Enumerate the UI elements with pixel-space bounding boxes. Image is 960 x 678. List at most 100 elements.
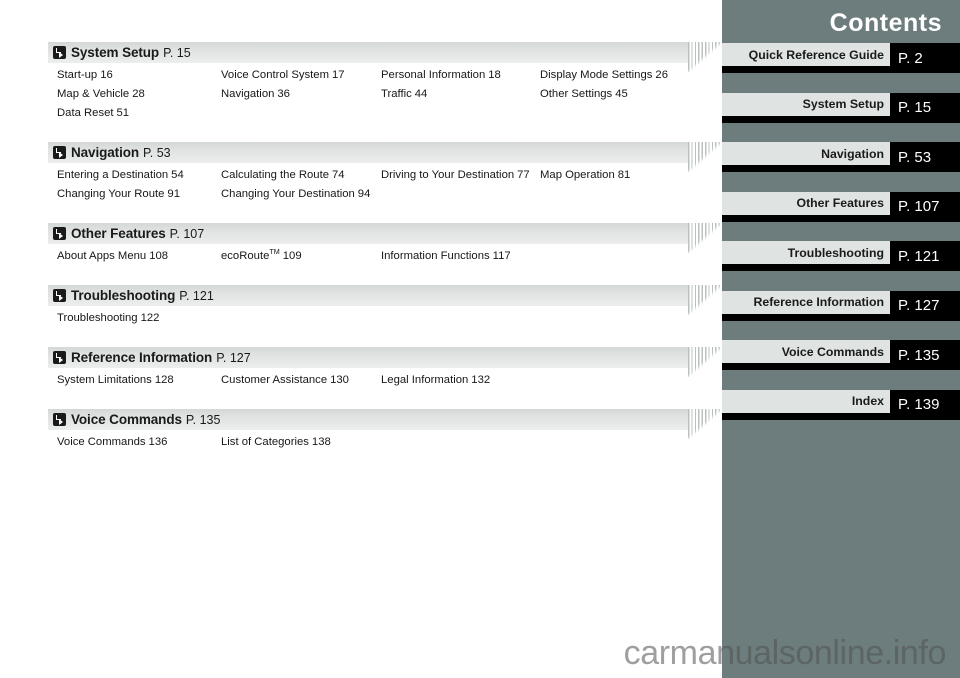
toc-entry-label: Start-up (57, 69, 98, 81)
toc-entry-page-number: 36 (277, 88, 290, 100)
toc-section: Troubleshooting P. 121 Troubleshooting 122 (48, 285, 722, 328)
toc-section-header[interactable]: System Setup P. 15 (48, 42, 722, 72)
toc-entry-page-number: 136 (148, 436, 168, 448)
page-edge-stripes-decoration (688, 223, 722, 253)
toc-entry[interactable]: Map Operation 81 (540, 169, 630, 181)
toc-entry-page-number: 117 (492, 250, 511, 262)
toc-entry[interactable]: Troubleshooting 122 (57, 312, 159, 324)
toc-entry-page-number: 132 (471, 374, 491, 386)
chapter-tab-underbar (722, 115, 890, 123)
toc-entry[interactable]: System Limitations 128 (57, 374, 174, 386)
toc-entry[interactable]: Display Mode Settings 26 (540, 69, 668, 81)
chapter-tab-label: System Setup (722, 92, 890, 116)
toc-entry[interactable]: Navigation 36 (221, 88, 290, 100)
toc-entry-label: ecoRoute (221, 250, 270, 262)
chapter-tab[interactable]: Index P. 139 (722, 389, 960, 420)
toc-entry[interactable]: Map & Vehicle 28 (57, 88, 145, 100)
toc-section-header[interactable]: Navigation P. 53 (48, 142, 722, 172)
toc-section-page: P. 127 (216, 350, 251, 365)
toc-entry-label: Map Operation (540, 169, 615, 181)
toc-entry[interactable]: Calculating the Route 74 (221, 169, 345, 181)
chapter-tab-page-number: P. 121 (890, 241, 960, 271)
toc-entry-row: Entering a Destination 54 Calculating the … (48, 166, 688, 185)
toc-entry-page-number: 128 (154, 374, 174, 386)
toc-entry-label: Navigation (221, 88, 275, 100)
toc-entry[interactable]: Traffic 44 (381, 88, 427, 100)
toc-entry[interactable]: Personal Information 18 (381, 69, 501, 81)
toc-section-page: P. 53 (143, 145, 171, 160)
toc-entry[interactable]: Information Functions 117 (381, 250, 511, 262)
toc-entry-page-number: 130 (330, 374, 349, 386)
toc-entry-page-number: 45 (615, 88, 628, 100)
chapter-tab-underbar (722, 264, 890, 271)
toc-section-page: P. 135 (185, 412, 221, 427)
chapter-tab[interactable]: Other Features P. 107 (722, 191, 960, 222)
toc-entry-label: System Limitations (57, 374, 152, 386)
page-edge-stripes-decoration (688, 285, 722, 315)
toc-entry[interactable]: Customer Assistance 130 (221, 374, 349, 386)
toc-entry-label: Changing Your Destination (221, 188, 355, 200)
toc-entry-label: List of Categories (221, 436, 309, 448)
toc-entry-page-number: 74 (332, 169, 345, 181)
arrow-jump-icon (53, 146, 66, 159)
toc-entry-row: Start-up 16 Voice Control System 17 Personal… (48, 66, 688, 85)
chapter-tab[interactable]: Reference Information P. 127 (722, 290, 960, 321)
toc-entry-label: Legal Information (381, 374, 469, 386)
toc-entry[interactable]: ecoRouteTM 109 (221, 248, 302, 262)
toc-section-header[interactable]: Troubleshooting P. 121 (48, 285, 722, 315)
toc-entry[interactable]: Voice Commands 136 (57, 436, 167, 448)
toc-entry-row: Troubleshooting 122 (48, 309, 688, 328)
toc-section: Other Features P. 107 About Apps Menu 108 ec… (48, 223, 722, 266)
chapter-tab[interactable]: Quick Reference Guide P. 2 (722, 43, 960, 73)
toc-entry[interactable]: Changing Your Route 91 (57, 188, 180, 200)
toc-entry-page-number: 94 (357, 188, 371, 200)
toc-section-page: P. 107 (169, 226, 205, 241)
toc-entry-page-number: 122 (140, 312, 160, 324)
chapter-tab[interactable]: Voice Commands P. 135 (722, 340, 960, 370)
toc-entry[interactable]: Other Settings 45 (540, 88, 628, 100)
toc-entry-row: Map & Vehicle 28 Navigation 36 Traffic 44 Othe… (48, 85, 688, 104)
toc-entry[interactable]: Voice Control System 17 (221, 69, 345, 81)
toc-entry-list: Entering a Destination 54 Calculating the … (48, 163, 688, 204)
chapter-tab-underbar (722, 313, 890, 321)
toc-entry[interactable]: Start-up 16 (57, 69, 113, 81)
toc-section-header[interactable]: Reference Information P. 127 (48, 347, 722, 377)
chapter-tab-label: Voice Commands (722, 340, 890, 363)
toc-entry-label: Customer Assistance (221, 374, 328, 386)
chapter-tab-label: Troubleshooting (722, 241, 890, 264)
chapter-tab-sidebar: Contents Quick Reference Guide P. 2 System… (722, 0, 960, 678)
toc-section: Reference Information P. 127 System Limita… (48, 347, 722, 390)
chapter-tab[interactable]: Troubleshooting P. 121 (722, 241, 960, 271)
toc-entry-row: Data Reset 51 (48, 104, 688, 123)
page-edge-stripes-decoration (688, 142, 722, 172)
table-of-contents-area: System Setup P. 15 Start-up 16 Voice Control… (0, 0, 722, 678)
chapter-tab-page-number: P. 107 (890, 191, 960, 222)
toc-entry-list: Voice Commands 136 List of Categories 138 (48, 430, 688, 452)
toc-entry[interactable]: Driving to Your Destination 77 (381, 169, 530, 181)
toc-entry[interactable]: Data Reset 51 (57, 107, 129, 119)
toc-entry-label: Voice Control System (221, 69, 329, 81)
toc-entry[interactable]: Changing Your Destination 94 (221, 188, 370, 200)
toc-entry-page-number: 28 (132, 88, 145, 100)
toc-entry[interactable]: Legal Information 132 (381, 374, 490, 386)
chapter-tab-page-number: P. 53 (890, 142, 960, 172)
chapter-tab[interactable]: Navigation P. 53 (722, 142, 960, 172)
toc-entry-page-number: 109 (282, 250, 302, 262)
toc-entry[interactable]: List of Categories 138 (221, 436, 331, 448)
toc-entry-page-number: 54 (171, 169, 184, 181)
toc-entry-label: Data Reset (57, 107, 114, 119)
toc-entry-label: Information Functions (381, 250, 490, 262)
chapter-tab-underbar (722, 214, 890, 222)
toc-entry-list: Start-up 16 Voice Control System 17 Personal… (48, 63, 688, 123)
toc-section-header[interactable]: Other Features P. 107 (48, 223, 722, 253)
chapter-tab[interactable]: System Setup P. 15 (722, 92, 960, 123)
toc-section-header[interactable]: Voice Commands P. 135 (48, 409, 722, 439)
toc-entry-list: Troubleshooting 122 (48, 306, 688, 328)
toc-entry-list: About Apps Menu 108 ecoRouteTM 109 Informati… (48, 244, 688, 266)
chapter-tab-page-number: P. 135 (890, 340, 960, 370)
toc-entry[interactable]: About Apps Menu 108 (57, 250, 168, 262)
toc-entry-page-number: 26 (655, 69, 668, 81)
chapter-tab-underbar (722, 165, 890, 172)
toc-entry[interactable]: Entering a Destination 54 (57, 169, 184, 181)
toc-entry-label: Driving to Your Destination (381, 169, 515, 181)
